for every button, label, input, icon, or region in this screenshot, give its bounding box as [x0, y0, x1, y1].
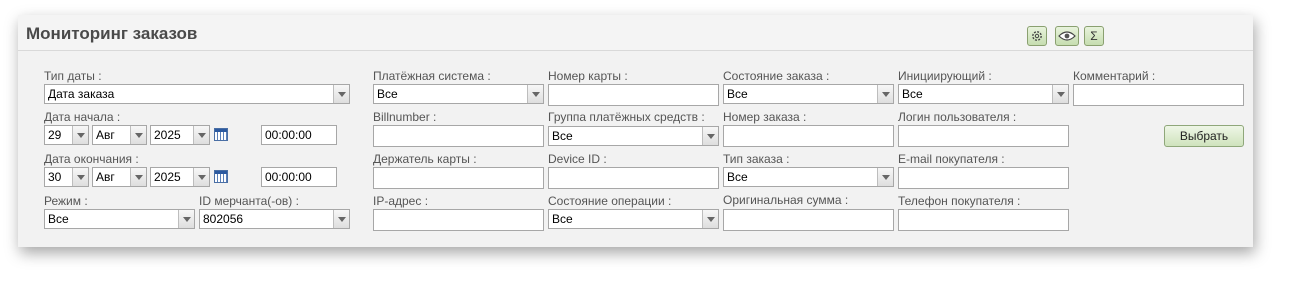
chevron-down-icon [877, 168, 893, 186]
gear-icon [1032, 31, 1042, 41]
user-login-input[interactable] [898, 125, 1069, 147]
date-end-label: Дата окончания : [44, 152, 139, 166]
date-start-day-select[interactable]: 29 [44, 125, 89, 145]
mode-label: Режим : [44, 194, 88, 208]
buyer-phone-label: Телефон покупателя : [898, 194, 1021, 208]
payment-group-select[interactable]: Все [548, 126, 719, 146]
date-start-time-input[interactable]: 00:00:00 [261, 125, 337, 145]
date-type-label: Тип даты : [44, 69, 102, 83]
card-number-label: Номер карты : [548, 69, 628, 83]
buyer-phone-input[interactable] [898, 209, 1069, 231]
chevron-down-icon [72, 168, 88, 186]
date-end-month-select[interactable]: Авг [92, 167, 147, 187]
chevron-down-icon [877, 85, 893, 103]
chevron-down-icon [72, 126, 88, 144]
order-number-input[interactable] [723, 125, 894, 147]
view-button[interactable] [1055, 26, 1079, 46]
device-id-input[interactable] [548, 167, 719, 189]
chevron-down-icon [333, 210, 349, 228]
card-number-input[interactable] [548, 84, 719, 106]
operation-state-label: Состояние операции : [548, 194, 672, 208]
operation-state-select[interactable]: Все [548, 209, 719, 229]
initiator-label: Инициирующий : [898, 69, 992, 83]
billnumber-label: Billnumber : [373, 110, 437, 124]
card-holder-label: Держатель карты : [373, 152, 477, 166]
select-button[interactable]: Выбрать [1164, 125, 1244, 147]
initiator-select[interactable]: Все [898, 84, 1069, 104]
date-end-year-select[interactable]: 2025 [150, 167, 210, 187]
buyer-email-label: E-mail покупателя : [898, 152, 1005, 166]
eye-icon [1058, 31, 1076, 41]
calendar-icon[interactable] [214, 170, 228, 183]
merchant-id-label: ID мерчанта(-ов) : [199, 194, 299, 208]
settings-button[interactable] [1027, 26, 1047, 46]
date-end-time-input[interactable]: 00:00:00 [261, 167, 337, 187]
card-holder-input[interactable] [373, 167, 544, 189]
chevron-down-icon [1052, 85, 1068, 103]
panel-header: Мониторинг заказов Σ [18, 15, 1253, 51]
calendar-icon[interactable] [214, 128, 228, 141]
chevron-down-icon [130, 168, 146, 186]
date-type-value: Дата заказа [48, 87, 115, 101]
payment-system-select[interactable]: Все [373, 84, 544, 104]
merchant-id-select[interactable]: 802056 [199, 209, 350, 229]
ip-address-input[interactable] [373, 209, 544, 231]
chevron-down-icon [333, 85, 349, 103]
order-state-select[interactable]: Все [723, 84, 894, 104]
user-login-label: Логин пользователя : [898, 110, 1017, 124]
billnumber-input[interactable] [373, 125, 544, 147]
payment-system-label: Платёжная система : [373, 69, 491, 83]
comment-input[interactable] [1073, 84, 1244, 106]
order-number-label: Номер заказа : [723, 110, 807, 124]
date-start-month-select[interactable]: Авг [92, 125, 147, 145]
date-type-select[interactable]: Дата заказа [44, 84, 350, 104]
chevron-down-icon [130, 126, 146, 144]
original-amount-label: Оригинальная сумма : [723, 193, 849, 207]
chevron-down-icon [702, 127, 718, 145]
date-end-day-select[interactable]: 30 [44, 167, 89, 187]
order-type-select[interactable]: Все [723, 167, 894, 187]
sigma-icon: Σ [1090, 29, 1098, 43]
chevron-down-icon [178, 210, 194, 228]
chevron-down-icon [193, 126, 209, 144]
chevron-down-icon [193, 168, 209, 186]
mode-select[interactable]: Все [44, 209, 195, 229]
comment-label: Комментарий : [1073, 69, 1156, 83]
device-id-label: Device ID : [548, 152, 607, 166]
page-title: Мониторинг заказов [26, 24, 198, 43]
chevron-down-icon [527, 85, 543, 103]
original-amount-input[interactable] [723, 209, 894, 231]
payment-group-label: Группа платёжных средств : [548, 110, 705, 124]
chevron-down-icon [702, 210, 718, 228]
buyer-email-input[interactable] [898, 167, 1069, 189]
order-state-label: Состояние заказа : [723, 69, 830, 83]
ip-address-label: IP-адрес : [373, 194, 429, 208]
date-start-label: Дата начала : [44, 110, 121, 124]
sum-button[interactable]: Σ [1084, 26, 1104, 46]
order-type-label: Тип заказа : [723, 152, 790, 166]
date-start-year-select[interactable]: 2025 [150, 125, 210, 145]
